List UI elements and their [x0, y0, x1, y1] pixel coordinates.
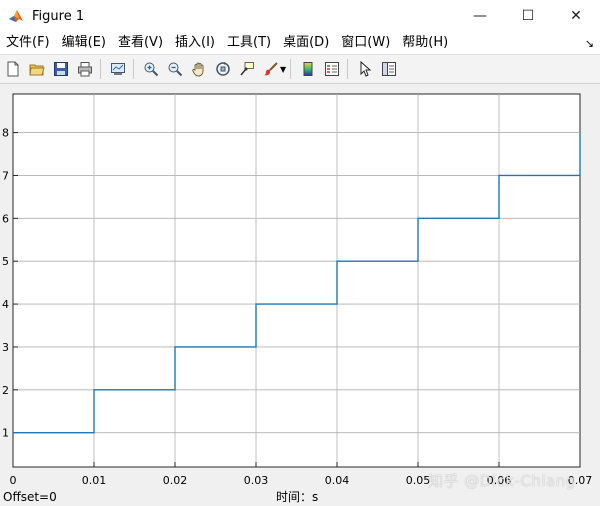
menu-desktop[interactable]: 桌面(D) [277, 32, 335, 54]
x-tick-label: 0.02 [163, 474, 188, 484]
data-cursor-icon[interactable] [236, 58, 258, 80]
y-tick-label: 3 [2, 341, 9, 354]
dock-arrow-icon[interactable]: ↘ [585, 37, 594, 50]
menu-edit[interactable]: 编辑(E) [56, 32, 112, 54]
brush-icon[interactable] [260, 58, 282, 80]
toolbar-separator [133, 59, 134, 79]
toolbar-separator [347, 59, 349, 79]
y-tick-label: 4 [2, 298, 9, 311]
menu-bar: 文件(F) 编辑(E) 查看(V) 插入(I) 工具(T) 桌面(D) 窗口(W… [0, 32, 600, 55]
x-axis-label: 时间：s [276, 490, 319, 504]
zoom-out-icon[interactable] [164, 58, 186, 80]
save-icon[interactable] [50, 58, 72, 80]
y-tick-label: 1 [2, 427, 9, 440]
brush-dropdown-icon[interactable]: ▼ [280, 65, 286, 74]
colorbar-icon[interactable] [297, 58, 319, 80]
window-controls: — ☐ ✕ [456, 0, 600, 32]
x-tick-label: 0 [10, 474, 17, 484]
minimize-button[interactable]: — [456, 0, 504, 32]
y-tick-label: 2 [2, 384, 9, 397]
toolbar: ▼ [0, 55, 600, 84]
watermark-text: 知乎 @Dick-Chiang [428, 472, 576, 490]
x-tick-label: 0.04 [325, 474, 350, 484]
window-title: Figure 1 [32, 8, 85, 24]
legend-icon[interactable] [321, 58, 343, 80]
menu-view[interactable]: 查看(V) [112, 32, 169, 54]
title-bar: Figure 1 — ☐ ✕ [0, 0, 600, 32]
menu-file[interactable]: 文件(F) [0, 32, 56, 54]
y-tick-label: 7 [2, 169, 9, 182]
x-tick-label: 0.03 [244, 474, 269, 484]
pointer-arrow-icon[interactable] [354, 58, 376, 80]
menu-window[interactable]: 窗口(W) [335, 32, 396, 54]
rotate-3d-icon[interactable] [212, 58, 234, 80]
print-icon[interactable] [74, 58, 96, 80]
x-tick-label: 0.01 [82, 474, 107, 484]
plot-axes[interactable]: 12345678 0 0.01 0.02 0.03 0.04 0.05 0.06 0.07 [0, 84, 600, 484]
menu-help[interactable]: 帮助(H) [396, 32, 454, 54]
menu-insert[interactable]: 插入(I) [169, 32, 221, 54]
pan-hand-icon[interactable] [188, 58, 210, 80]
y-tick-label: 8 [2, 127, 9, 140]
new-file-icon[interactable] [2, 58, 24, 80]
y-tick-label: 5 [2, 255, 9, 268]
offset-label: Offset=0 [3, 490, 57, 504]
toolbar-separator [290, 59, 292, 79]
maximize-button[interactable]: ☐ [504, 0, 552, 32]
open-folder-icon[interactable] [26, 58, 48, 80]
menu-tools[interactable]: 工具(T) [221, 32, 277, 54]
link-plot-icon[interactable] [107, 58, 129, 80]
close-button[interactable]: ✕ [552, 0, 600, 32]
matlab-logo-icon [9, 10, 23, 22]
toolbar-separator [100, 59, 101, 79]
property-editor-icon[interactable] [378, 58, 400, 80]
y-tick-label: 6 [2, 212, 9, 225]
zoom-in-icon[interactable] [140, 58, 162, 80]
axes-background [12, 93, 581, 468]
y-tick-labels: 1 2 3 4 5 6 7 8 [2, 127, 9, 440]
x-tick-label: 0.05 [406, 474, 431, 484]
